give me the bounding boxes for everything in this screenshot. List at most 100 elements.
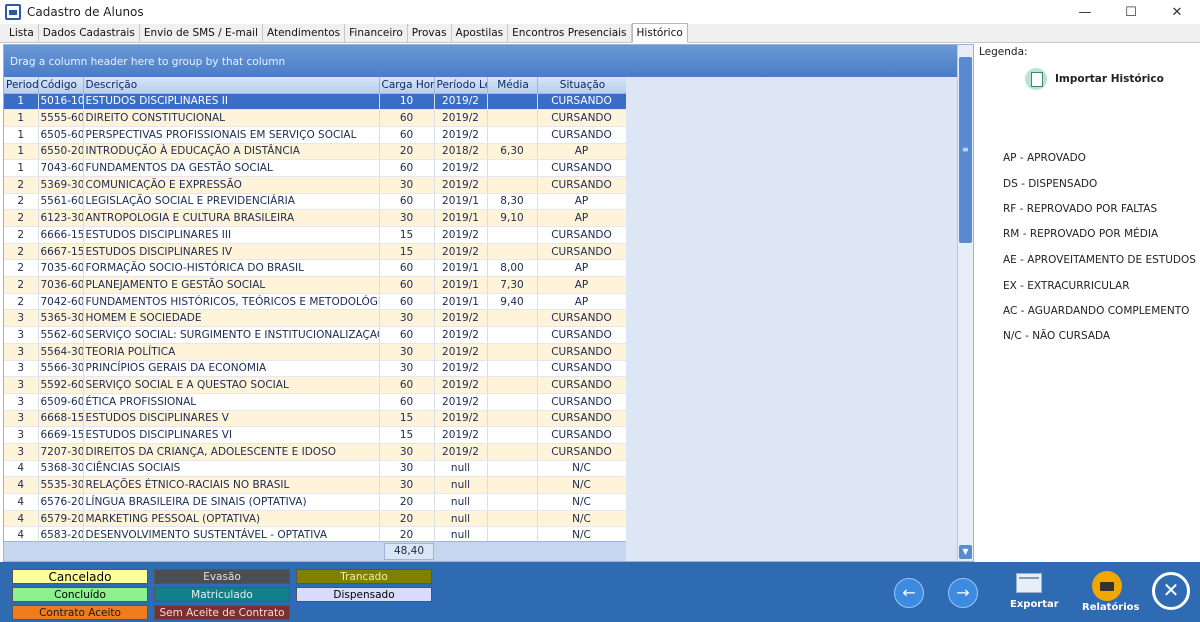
table-cell: AP [537,259,626,278]
table-cell: 2019/1 [434,209,488,227]
table-cell: 15 [379,226,435,244]
legend-item: DS - DISPENSADO [1003,178,1098,190]
close-form-icon[interactable]: ✕ [1152,572,1190,610]
maximize-button[interactable]: ☐ [1108,0,1154,24]
table-cell: 30 [379,309,435,328]
table-row[interactable]: 2 6123-30 ANTROPOLOGIA E CULTURA BRASILEIR… [4,209,626,227]
table-cell: 2 [4,259,39,278]
table-cell: 7043-60 [38,159,84,177]
column-header[interactable]: Média [487,77,538,94]
column-header[interactable]: Descrição [83,77,380,94]
table-cell: CURSANDO [537,309,626,328]
tab-5[interactable]: Provas [408,24,452,42]
table-cell: 2019/2 [434,309,488,328]
app-icon [5,4,21,20]
table-cell: 6123-30 [38,209,84,227]
column-header[interactable]: Código [38,77,84,94]
table-cell: 9,10 [487,209,538,227]
table-cell: 60 [379,109,435,127]
tab-3[interactable]: Atendimentos [263,24,346,42]
table-cell [487,410,538,428]
next-arrow-icon[interactable]: → [948,578,978,608]
table-cell: ANTROPOLOGIA E CULTURA BRASILEIRA [83,209,380,227]
table-row[interactable]: 2 7036-60 PLANEJAMENTO E GESTÃO SOCIAL 60 20… [4,276,626,294]
tab-4[interactable]: Financeiro [345,24,408,42]
import-history-button[interactable]: Importar Histórico [1025,68,1164,90]
table-row[interactable]: 3 5566-30 PRINCÍPIOS GERAIS DA ECONOMIA 30 2… [4,360,626,378]
table-row[interactable]: 2 5561-60 LEGISLAÇÃO SOCIAL E PREVIDENCIÁR… [4,193,626,211]
table-row[interactable]: 2 6666-15 ESTUDOS DISCIPLINARES III 15 2019/… [4,226,626,244]
table-row[interactable]: 3 6669-15 ESTUDOS DISCIPLINARES VI 15 2019/2… [4,426,626,444]
column-header[interactable]: Period [4,77,39,94]
table-cell: LEGISLAÇÃO SOCIAL E PREVIDENCIÁRIA [83,193,380,211]
table-cell: null [434,510,488,528]
tab-1[interactable]: Dados Cadastrais [39,24,140,42]
table-row[interactable]: 3 6668-15 ESTUDOS DISCIPLINARES V 15 2019/2 C… [4,410,626,428]
table-row[interactable]: 4 6579-20 MARKETING PESSOAL (OPTATIVA) 20 nu… [4,510,626,528]
title-bar: Cadastro de Alunos — ☐ ✕ [0,0,1200,24]
table-cell: 6505-60 [38,126,84,144]
table-row[interactable]: 4 5368-30 CIÊNCIAS SOCIAIS 30 null N/C [4,460,626,478]
table-cell: 30 [379,460,435,478]
table-row[interactable]: 3 5365-30 HOMEM E SOCIEDADE 30 2019/2 CURSAND… [4,309,626,328]
table-cell [487,343,538,361]
table-row[interactable]: 4 6583-20 DESENVOLVIMENTO SUSTENTÁVEL - OP… [4,526,626,541]
table-cell: CURSANDO [537,159,626,177]
table-cell [487,226,538,244]
table-cell: 5369-30 [38,176,84,194]
group-by-area[interactable]: Drag a column header here to group by th… [4,45,958,77]
tab-7[interactable]: Encontros Presenciais [508,24,632,42]
import-document-icon [1025,68,1047,90]
table-row[interactable]: 2 6667-15 ESTUDOS DISCIPLINARES IV 15 2019/2… [4,243,626,261]
table-cell: 2019/2 [434,159,488,177]
column-header[interactable]: Situação [537,77,626,94]
minimize-button[interactable]: — [1062,0,1108,24]
table-row[interactable]: 1 7043-60 FUNDAMENTOS DA GESTÃO SOCIAL 60 20… [4,159,626,177]
table-cell: FUNDAMENTOS DA GESTÃO SOCIAL [83,159,380,177]
export-button-label[interactable]: Exportar [1010,599,1059,610]
table-cell: 2019/1 [434,193,488,211]
table-cell: 7035-60 [38,259,84,278]
table-row[interactable]: 1 5016-10 ESTUDOS DISCIPLINARES II 10 2019/2… [4,93,626,111]
table-row[interactable]: 3 5562-60 SERVIÇO SOCIAL: SURGIMENTO E INS… [4,326,626,344]
table-row[interactable]: 1 6550-20 INTRODUÇÃO À EDUCAÇÃO A DISTÂNCI… [4,143,626,161]
table-row[interactable]: 2 7042-60 FUNDAMENTOS HISTÓRICOS, TEÓRICOS… [4,293,626,311]
tab-2[interactable]: Envio de SMS / E-mail [140,24,263,42]
scroll-down-icon[interactable]: ▼ [959,545,972,559]
tab-0[interactable]: Lista [5,24,39,42]
tab-6[interactable]: Apostilas [452,24,509,42]
table-cell: 3 [4,393,39,411]
vertical-scrollbar[interactable]: ≡ ▼ [957,45,973,561]
table-cell: CURSANDO [537,93,626,111]
table-cell: 2019/2 [434,109,488,127]
table-cell: null [434,493,488,511]
export-icon[interactable] [1016,573,1042,593]
table-row[interactable]: 1 5555-60 DIREITO CONSTITUCIONAL 60 2019/2 CU… [4,109,626,127]
table-cell [487,176,538,194]
table-row[interactable]: 3 6509-60 ÉTICA PROFISSIONAL 60 2019/2 CURSAN… [4,393,626,411]
table-row[interactable]: 4 5535-30 RELAÇÕES ÉTNICO-RACIAIS NO BRASI… [4,476,626,494]
column-header[interactable]: Período Let [434,77,488,94]
previous-arrow-icon[interactable]: ← [894,578,924,608]
close-window-button[interactable]: ✕ [1154,0,1200,24]
reports-printer-icon[interactable] [1092,571,1122,601]
table-cell: CURSANDO [537,360,626,378]
column-header[interactable]: Carga Hora [379,77,435,94]
table-row[interactable]: 2 5369-30 COMUNICAÇÃO E EXPRESSÃO 30 2019/2 C… [4,176,626,194]
table-cell: 5555-60 [38,109,84,127]
table-cell: 5564-30 [38,343,84,361]
table-row[interactable]: 3 5592-60 SERVIÇO SOCIAL E A QUESTAO SOCIA… [4,376,626,394]
table-row[interactable]: 3 5564-30 TEORIA POLÍTICA 30 2019/2 CURSANDO [4,343,626,361]
table-row[interactable]: 3 7207-30 DIREITOS DA CRIANÇA, ADOLESCENTE… [4,443,626,461]
table-cell: N/C [537,476,626,494]
table-row[interactable]: 4 6576-20 LÍNGUA BRASILEIRA DE SINAIS (OPT… [4,493,626,511]
table-row[interactable]: 2 7035-60 FORMAÇÃO SOCIO-HISTÓRICA DO BRAS… [4,259,626,278]
table-row[interactable]: 1 6505-60 PERSPECTIVAS PROFISSIONAIS EM SE… [4,126,626,144]
tab-8[interactable]: Histórico [631,23,688,43]
reports-button-label[interactable]: Relatórios [1082,602,1140,613]
table-cell: 4 [4,493,39,511]
table-cell: ÉTICA PROFISSIONAL [83,393,380,411]
scroll-up-arrow[interactable] [959,45,972,55]
table-cell: 15 [379,410,435,428]
table-cell: FUNDAMENTOS HISTÓRICOS, TEÓRICOS E METOD… [83,293,380,311]
